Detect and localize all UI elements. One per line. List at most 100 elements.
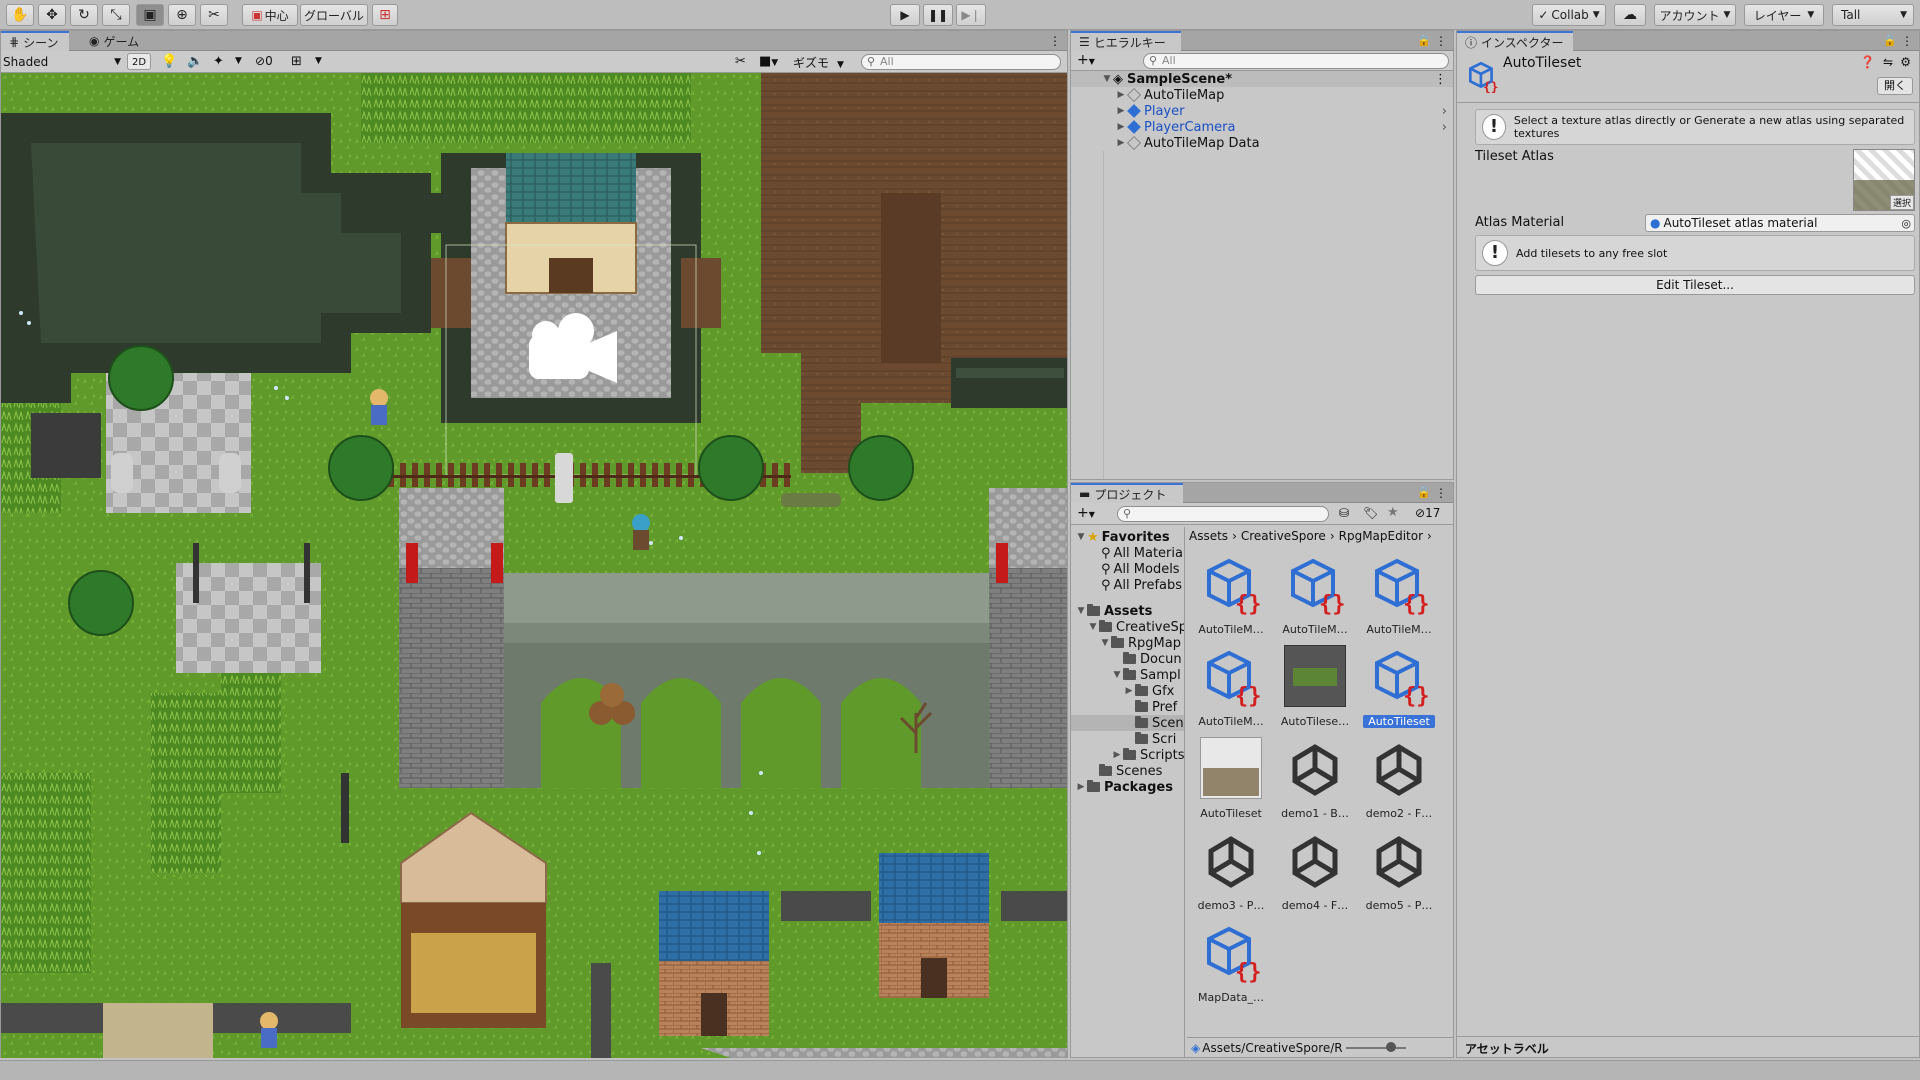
asset-item[interactable]: demo4 - F… (1275, 827, 1355, 915)
more-options-icon[interactable]: ⋮ (1049, 34, 1061, 48)
project-search-input[interactable] (1117, 506, 1329, 522)
more-options-icon[interactable]: ⋮ (1435, 486, 1447, 500)
asset-item[interactable]: AutoTilese… (1275, 643, 1355, 731)
folder-row[interactable]: ▶ Scripts (1111, 747, 1184, 763)
lock-icon[interactable]: 🔒 (1417, 34, 1431, 47)
grid-toggle[interactable]: ⊞ (291, 54, 302, 69)
hierarchy-item-player[interactable]: ▶ Player › (1071, 103, 1453, 119)
folder-row[interactable]: Docun (1123, 651, 1182, 667)
layers-dropdown[interactable]: レイヤー ▼ (1744, 4, 1824, 26)
tab-hierarchy[interactable]: ☰ ヒエラルキー (1071, 31, 1181, 51)
hidden-packages-toggle[interactable]: ⊘17 (1415, 506, 1440, 520)
audio-icon[interactable]: 🔈 (187, 54, 203, 69)
material-object-field[interactable]: ● AutoTileset atlas material ◎ (1645, 214, 1915, 232)
play-button[interactable]: ▶ (890, 4, 920, 26)
gear-icon[interactable]: ⚙ (1900, 55, 1911, 69)
favorite-item[interactable]: ⚲ All Prefabs (1101, 577, 1182, 593)
chevron-down-icon[interactable]: ▼ (315, 56, 322, 66)
hidden-objects-toggle[interactable]: ⊘0 (255, 54, 273, 68)
favorite-item[interactable]: ⚲ All Models (1101, 561, 1180, 577)
scene-search-input[interactable]: All (861, 54, 1061, 70)
folder-row[interactable]: ▼ CreativeSp (1087, 619, 1184, 635)
chevron-right-icon[interactable]: › (1442, 120, 1447, 135)
create-dropdown[interactable]: +▼ (1077, 505, 1095, 521)
scene-viewport[interactable] (1, 73, 1067, 1058)
space-toggle[interactable]: グローバル (300, 4, 368, 26)
slider-handle[interactable] (1386, 1041, 1397, 1052)
rotate-tool-button[interactable]: ↻ (70, 4, 98, 26)
folder-row[interactable]: Scri (1135, 731, 1176, 747)
filter-type-icon[interactable]: ⛁ (1339, 506, 1349, 520)
asset-item[interactable]: {} AutoTileM… (1275, 551, 1355, 639)
pivot-toggle[interactable]: ▣ 中心 (242, 4, 298, 26)
asset-item[interactable]: demo2 - F… (1359, 735, 1439, 823)
help-icon[interactable]: ❓ (1860, 55, 1875, 69)
layout-dropdown[interactable]: Tall ▼ (1832, 4, 1914, 26)
folder-row[interactable]: Scenes (1099, 763, 1162, 779)
favorites-row[interactable]: ▼ ★ Favorites (1075, 529, 1170, 545)
atlas-texture-field[interactable]: 選択 (1853, 149, 1915, 211)
tab-game[interactable]: ◉ ゲーム (81, 31, 151, 51)
atlas-select-button[interactable]: 選択 (1889, 195, 1914, 210)
hierarchy-item-playercamera[interactable]: ▶ PlayerCamera › (1071, 119, 1453, 135)
breadcrumb-item[interactable]: RpgMapEditor (1339, 529, 1423, 543)
step-button[interactable]: ▶❘ (956, 4, 986, 26)
lighting-icon[interactable]: 💡 (161, 54, 177, 69)
object-picker-icon[interactable]: ◎ (1901, 217, 1911, 230)
folder-row[interactable]: ▶ Gfx (1123, 683, 1175, 699)
breadcrumb-item[interactable]: CreativeSpore (1241, 529, 1326, 543)
asset-item[interactable]: {} AutoTileM… (1191, 551, 1271, 639)
breadcrumb-item[interactable]: Assets (1189, 529, 1228, 543)
collab-dropdown[interactable]: ✓ Collab ▼ (1532, 4, 1606, 26)
assets-root-row[interactable]: ▼ Assets (1075, 603, 1153, 619)
chevron-down-icon[interactable]: ▼ (235, 56, 242, 66)
packages-root-row[interactable]: ▶ Packages (1075, 779, 1173, 795)
more-options-icon[interactable]: ⋮ (1435, 34, 1447, 48)
filter-label-icon[interactable]: 🏷 (1363, 506, 1378, 520)
asset-item[interactable]: demo1 - B… (1275, 735, 1355, 823)
tab-scene[interactable]: ⋕ シーン (1, 31, 69, 51)
asset-item[interactable]: {} AutoTileM… (1191, 643, 1271, 731)
edit-tileset-button[interactable]: Edit Tileset... (1475, 275, 1915, 295)
open-button[interactable]: 開く (1877, 77, 1913, 95)
cloud-button[interactable]: ☁ (1614, 4, 1646, 26)
scale-tool-button[interactable]: ⤡ (102, 4, 130, 26)
move-tool-button[interactable]: ✥ (38, 4, 66, 26)
custom-tool-button[interactable]: ✂ (200, 4, 228, 26)
camera-dropdown[interactable]: ■▼ (759, 54, 778, 69)
folder-row[interactable]: ▼ RpgMap (1099, 635, 1181, 651)
account-dropdown[interactable]: アカウント ▼ (1654, 4, 1736, 26)
mode-2d-toggle[interactable]: 2D (127, 53, 151, 70)
transform-tool-button[interactable]: ⊕ (168, 4, 196, 26)
asset-item[interactable]: AutoTileset (1191, 735, 1271, 823)
folder-row[interactable]: Pref (1135, 699, 1177, 715)
lock-icon[interactable]: 🔒 (1883, 34, 1897, 47)
favorite-star-icon[interactable]: ★ (1387, 505, 1399, 520)
gizmos-dropdown[interactable]: ギズモ ▼ (793, 54, 844, 71)
tab-project[interactable]: ▬ プロジェクト (1071, 483, 1183, 503)
chevron-right-icon[interactable]: › (1442, 104, 1447, 119)
lock-icon[interactable]: 🔒 (1417, 486, 1431, 499)
hierarchy-item-autotilemap-data[interactable]: ▶ AutoTileMap Data (1071, 135, 1453, 151)
hierarchy-item-autotilemap[interactable]: ▶ AutoTileMap (1071, 87, 1453, 103)
more-options-icon[interactable]: ⋮ (1901, 34, 1913, 48)
tab-inspector[interactable]: ⓘ インスペクター (1457, 31, 1573, 51)
snap-toggle[interactable]: ⊞ (372, 4, 398, 26)
scene-root-row[interactable]: ▼ ◈ SampleScene* ⋮ (1071, 71, 1453, 87)
hierarchy-search-input[interactable]: All (1143, 53, 1449, 69)
shading-dropdown[interactable]: Shaded ▼ (3, 53, 121, 70)
create-dropdown[interactable]: +▼ (1077, 52, 1095, 68)
more-options-icon[interactable]: ⋮ (1434, 72, 1447, 87)
asset-item[interactable]: {} AutoTileM… (1359, 551, 1439, 639)
folder-row[interactable]: Scen (1071, 715, 1184, 731)
presets-icon[interactable]: ⇋ (1883, 55, 1893, 69)
folder-row[interactable]: ▼ Sampl (1111, 667, 1181, 683)
icon-size-slider[interactable] (1346, 1041, 1407, 1052)
pause-button[interactable]: ❚❚ (923, 4, 953, 26)
rect-tool-button[interactable]: ▣ (136, 4, 164, 26)
asset-item-selected[interactable]: {} AutoTileset (1359, 643, 1439, 731)
tools-icon[interactable]: ✂ (735, 54, 746, 69)
asset-item[interactable]: demo5 - P… (1359, 827, 1439, 915)
asset-item[interactable]: {} MapData_… (1191, 919, 1271, 1007)
hand-tool-button[interactable]: ✋ (6, 4, 34, 26)
